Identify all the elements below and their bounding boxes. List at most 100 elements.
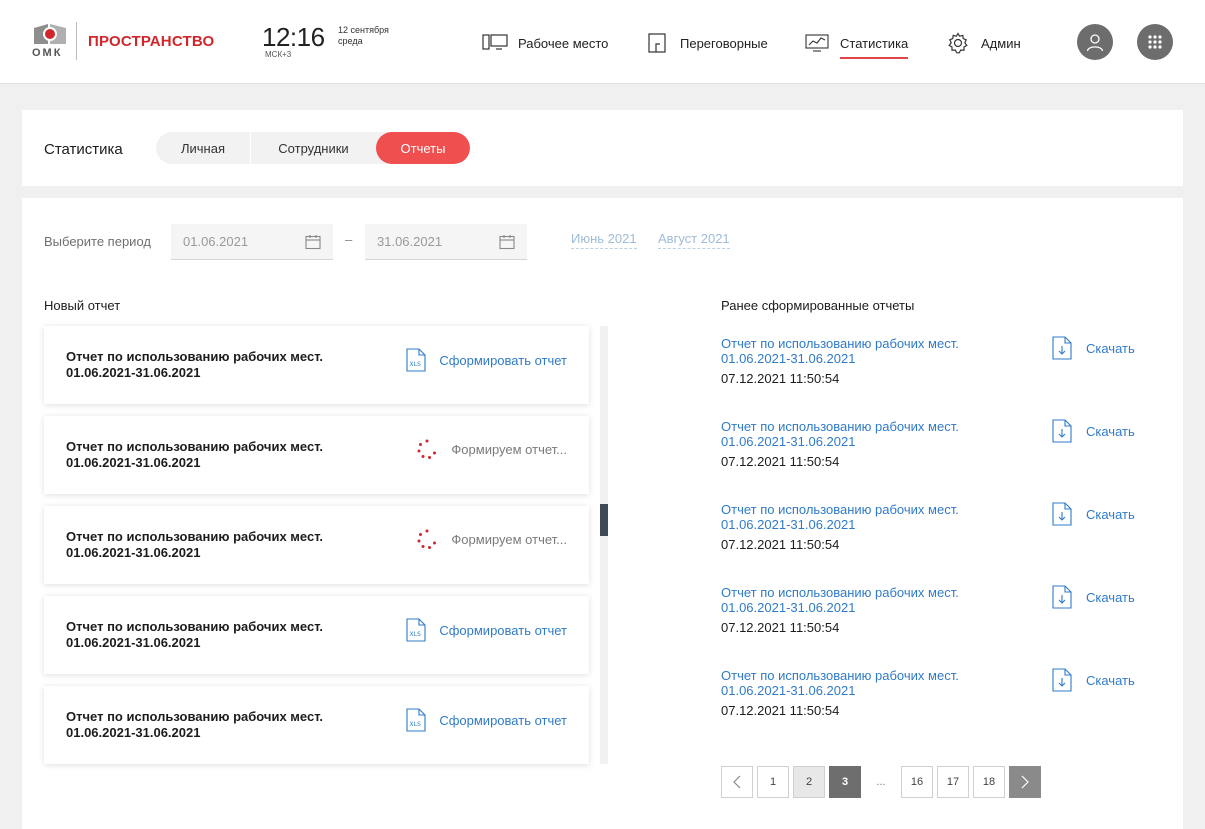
report-period-line: 01.06.2021-31.06.2021 <box>721 683 856 698</box>
new-reports-scrollbar[interactable] <box>600 326 608 764</box>
report-name-line: Отчет по использованию рабочих мест. <box>721 502 959 517</box>
download-label: Скачать <box>1086 340 1135 356</box>
nav-workspace-label: Рабочее место <box>518 35 609 51</box>
report-period-line: 01.06.2021-31.06.2021 <box>66 635 201 650</box>
pagination-page[interactable]: 17 <box>937 766 969 798</box>
quick-period-august[interactable]: Август 2021 <box>658 231 730 249</box>
clock-time: 12:16 <box>262 22 325 52</box>
previous-report-link[interactable]: Отчет по использованию рабочих мест. 01.… <box>721 585 1021 615</box>
nav-meeting-rooms[interactable]: Переговорные <box>644 28 768 58</box>
report-created-time: 07.12.2021 11:50:54 <box>721 371 840 386</box>
report-period-line: 01.06.2021-31.06.2021 <box>66 365 201 380</box>
nav-admin[interactable]: Админ <box>945 28 1021 58</box>
logo-divider <box>76 22 77 60</box>
previous-report-link[interactable]: Отчет по использованию рабочих мест. 01.… <box>721 502 1021 532</box>
pagination-page[interactable]: 18 <box>973 766 1005 798</box>
page-title: Статистика <box>44 141 123 158</box>
clock-timezone: МСК+3 <box>265 50 292 59</box>
previous-report-item: Отчет по использованию рабочих мест. 01.… <box>721 585 1151 645</box>
report-created-time: 07.12.2021 11:50:54 <box>721 454 840 469</box>
new-report-item: Отчет по использованию рабочих мест. 01.… <box>44 596 589 674</box>
pagination-next-button[interactable] <box>1009 766 1041 798</box>
meeting-room-icon <box>644 32 670 54</box>
brand-name[interactable]: ПРОСТРАНСТВО <box>88 33 214 50</box>
pagination-page[interactable]: 1 <box>757 766 789 798</box>
pagination-page[interactable]: 16 <box>901 766 933 798</box>
previous-report-link[interactable]: Отчет по использованию рабочих мест. 01.… <box>721 668 1021 698</box>
report-name-line: Отчет по использованию рабочих мест. <box>721 419 959 434</box>
report-name: Отчет по использованию рабочих мест. 01.… <box>66 349 323 381</box>
period-to-input[interactable]: 31.06.2021 <box>365 224 527 260</box>
report-period-line: 01.06.2021-31.06.2021 <box>721 517 856 532</box>
new-report-item: Отчет по использованию рабочих мест. 01.… <box>44 506 589 584</box>
report-name-line: Отчет по использованию рабочих мест. <box>66 529 324 544</box>
nav-statistics[interactable]: Статистика <box>804 28 909 59</box>
pagination-prev-button[interactable] <box>721 766 753 798</box>
download-file-icon <box>1052 585 1072 609</box>
xls-file-icon: XLS <box>406 618 426 642</box>
report-period-line: 01.06.2021-31.06.2021 <box>66 455 201 470</box>
previous-report-item: Отчет по использованию рабочих мест. 01.… <box>721 419 1151 479</box>
report-period-line: 01.06.2021-31.06.2021 <box>66 545 201 560</box>
period-separator: – <box>345 232 353 247</box>
tab-personal[interactable]: Личная <box>156 132 250 164</box>
previous-report-item: Отчет по использованию рабочих мест. 01.… <box>721 668 1151 728</box>
report-name-line: Отчет по использованию рабочих мест. <box>66 439 324 454</box>
generate-report-button[interactable]: XLS Сформировать отчет <box>406 618 567 642</box>
period-label: Выберите период <box>44 234 151 249</box>
generate-report-button[interactable]: XLS Сформировать отчет <box>406 348 567 372</box>
report-generating-status: Формируем отчет... <box>416 438 567 460</box>
report-generating-label: Формируем отчет... <box>451 441 567 457</box>
download-label: Скачать <box>1086 506 1135 522</box>
clock-date-day: 12 сентября <box>338 25 389 35</box>
download-button[interactable]: Скачать <box>1052 502 1135 526</box>
generate-report-label: Сформировать отчет <box>439 352 567 368</box>
previous-reports-title: Ранее сформированные отчеты <box>721 298 915 313</box>
download-button[interactable]: Скачать <box>1052 419 1135 443</box>
download-label: Скачать <box>1086 589 1135 605</box>
xls-badge: XLS <box>410 631 421 638</box>
download-file-icon <box>1052 668 1072 692</box>
generate-report-button[interactable]: XLS Сформировать отчет <box>406 708 567 732</box>
report-name: Отчет по использованию рабочих мест. 01.… <box>66 619 323 651</box>
reports-card: Выберите период 01.06.2021 – 31.06.2021 … <box>22 198 1183 829</box>
previous-report-link[interactable]: Отчет по использованию рабочих мест. 01.… <box>721 336 1021 366</box>
loading-spinner-icon <box>417 529 437 549</box>
report-name-line: Отчет по использованию рабочих мест. <box>721 336 959 351</box>
pagination-page[interactable]: 2 <box>793 766 825 798</box>
report-created-time: 07.12.2021 11:50:54 <box>721 537 840 552</box>
statistics-tabs: Личная Сотрудники Отчеты <box>156 132 470 164</box>
new-report-item: Отчет по использованию рабочих мест. 01.… <box>44 416 589 494</box>
report-generating-status: Формируем отчет... <box>416 528 567 550</box>
chevron-right-icon <box>1021 775 1029 789</box>
tab-reports[interactable]: Отчеты <box>376 132 470 164</box>
new-reports-scroll-thumb[interactable] <box>600 504 608 536</box>
pagination-page-current[interactable]: 3 <box>829 766 861 798</box>
download-button[interactable]: Скачать <box>1052 336 1135 360</box>
report-name: Отчет по использованию рабочих мест. 01.… <box>66 709 323 741</box>
pagination-ellipsis: ... <box>876 776 886 788</box>
report-period-line: 01.06.2021-31.06.2021 <box>721 434 856 449</box>
previous-report-link[interactable]: Отчет по использованию рабочих мест. 01.… <box>721 419 1021 449</box>
gear-icon <box>945 32 971 54</box>
download-file-icon <box>1052 502 1072 526</box>
generate-report-label: Сформировать отчет <box>439 622 567 638</box>
download-button[interactable]: Скачать <box>1052 585 1135 609</box>
download-button[interactable]: Скачать <box>1052 668 1135 692</box>
download-file-icon <box>1052 419 1072 443</box>
calendar-icon[interactable] <box>305 234 321 250</box>
calendar-icon[interactable] <box>499 234 515 250</box>
quick-period-june[interactable]: Июнь 2021 <box>571 231 637 249</box>
report-name: Отчет по использованию рабочих мест. 01.… <box>66 529 323 561</box>
report-period-line: 01.06.2021-31.06.2021 <box>721 351 856 366</box>
user-avatar-button[interactable] <box>1077 24 1113 60</box>
nav-workspace[interactable]: Рабочее место <box>482 28 608 58</box>
xls-file-icon: XLS <box>406 708 426 732</box>
clock-date-weekday: среда <box>338 36 363 46</box>
loading-spinner-icon <box>417 439 437 459</box>
report-name-line: Отчет по использованию рабочих мест. <box>721 585 959 600</box>
report-period-line: 01.06.2021-31.06.2021 <box>721 600 856 615</box>
period-from-input[interactable]: 01.06.2021 <box>171 224 333 260</box>
tab-employees[interactable]: Сотрудники <box>250 132 376 164</box>
apps-menu-button[interactable] <box>1137 24 1173 60</box>
